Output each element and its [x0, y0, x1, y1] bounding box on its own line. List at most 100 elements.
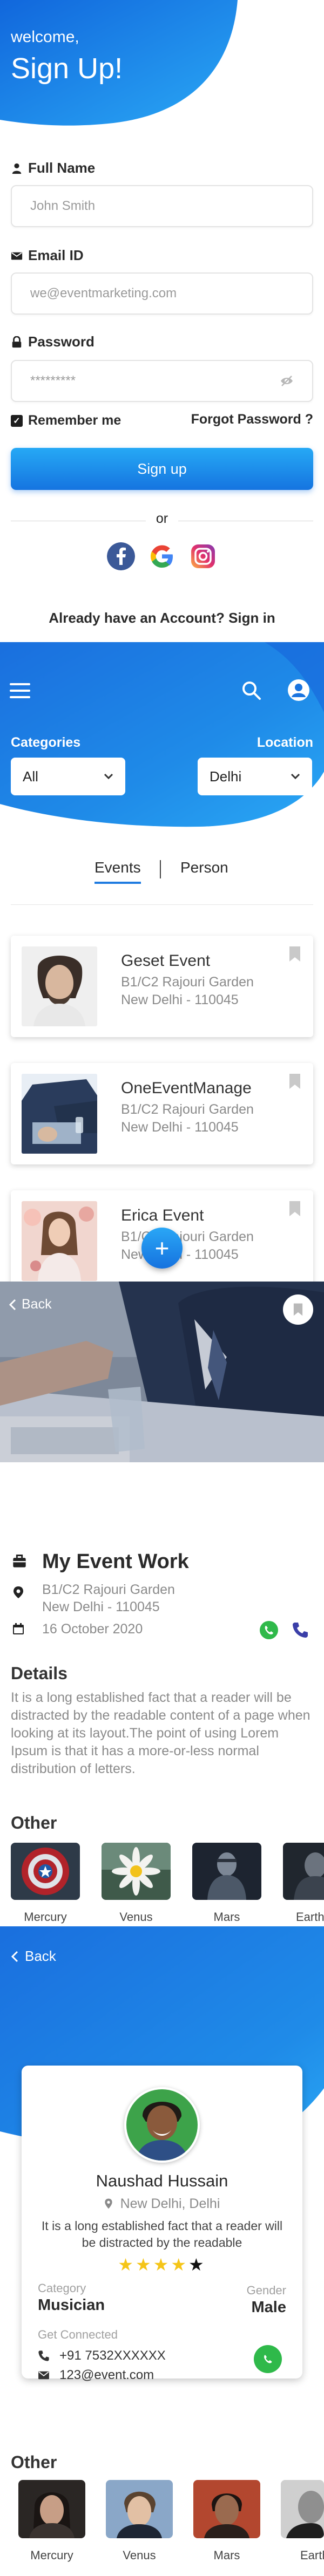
back-button[interactable]: Back [11, 1948, 56, 1965]
event-title: Geset Event [121, 952, 211, 970]
event-image [22, 946, 97, 1026]
event-image [22, 1201, 97, 1281]
bookmark-icon [293, 1303, 303, 1316]
event-address-line2: New Delhi - 110045 [121, 1247, 239, 1262]
other-thumbnail[interactable] [11, 1843, 80, 1900]
chevron-down-icon [104, 773, 113, 780]
other-thumbnail[interactable] [192, 1843, 261, 1900]
categories-value: All [23, 768, 38, 785]
bookmark-icon[interactable] [288, 945, 301, 963]
bookmark-icon[interactable] [288, 1200, 301, 1217]
email-contact[interactable]: 123@event.com [38, 2368, 154, 2383]
password-placeholder: ********* [30, 373, 76, 388]
remember-checkbox[interactable]: ✓ [11, 414, 23, 427]
or-text: or [146, 511, 178, 527]
chevron-down-icon [291, 773, 300, 780]
back-label: Back [25, 1948, 56, 1964]
star-icon: ★ [171, 2255, 189, 2274]
person-icon [12, 163, 22, 174]
bookmark-icon[interactable] [288, 1073, 301, 1090]
event-address-line1: B1/C2 Rajouri Garden [121, 1102, 254, 1117]
event-card[interactable]: Geset Event B1/C2 Rajouri Garden New Del… [11, 936, 313, 1037]
rating-stars: ★★★★★ [22, 2254, 302, 2275]
forgot-password-link[interactable]: Forgot Password ? [191, 412, 313, 427]
mail-icon [38, 2371, 49, 2380]
event-card[interactable]: OneEventManage B1/C2 Rajouri Garden New … [11, 1063, 313, 1164]
signup-button[interactable]: Sign up [11, 448, 313, 490]
categories-label: Categories [11, 735, 81, 750]
event-date: 16 October 2020 [42, 1621, 143, 1637]
bookmark-button[interactable] [283, 1294, 313, 1325]
phone-icon[interactable] [292, 1621, 309, 1639]
phone-contact[interactable]: +91 7532XXXXXX [38, 2348, 166, 2363]
other-thumbnail[interactable] [193, 2480, 260, 2538]
user-icon[interactable] [287, 679, 310, 701]
full-name-field[interactable]: John Smith [11, 185, 313, 227]
already-account: Already have an Account? Sign in [0, 610, 324, 626]
signup-screen: welcome, Sign Up! Full Name John Smith E… [0, 0, 324, 642]
tab-person[interactable]: Person [180, 859, 228, 876]
facebook-icon[interactable] [107, 542, 135, 570]
category-value: Musician [38, 2296, 105, 2314]
other-thumbnail[interactable] [283, 1843, 324, 1900]
menu-icon[interactable] [10, 683, 30, 698]
whatsapp-button[interactable] [254, 2345, 282, 2373]
signup-title: Sign Up! [11, 52, 123, 85]
back-label: Back [22, 1297, 52, 1312]
remember-me[interactable]: ✓ Remember me [11, 413, 121, 428]
category-label: Category [38, 2281, 86, 2295]
other-label: Earth [300, 2548, 324, 2562]
password-label: Password [11, 333, 94, 350]
google-icon[interactable] [148, 542, 176, 570]
mail-icon [11, 252, 23, 260]
email-field[interactable]: we@eventmarketing.com [11, 272, 313, 315]
other-label: Mercury [24, 1910, 67, 1924]
add-event-button[interactable]: + [141, 1228, 183, 1269]
star-icon: ★ [153, 2255, 171, 2274]
location-value: Delhi [210, 768, 242, 785]
location-pin-icon [104, 2198, 112, 2209]
star-icon: ★ [188, 2255, 206, 2274]
other-heading: Other [11, 1813, 57, 1832]
back-button[interactable]: Back [9, 1297, 52, 1312]
profile-card: Naushad Hussain New Delhi, Delhi It is a… [22, 2066, 302, 2382]
tab-bar: Events Person [0, 856, 324, 888]
other-thumbnail[interactable] [102, 1843, 171, 1900]
phone-number: +91 7532XXXXXX [59, 2348, 166, 2363]
event-description: It is a long established fact that a rea… [11, 1690, 310, 1776]
star-icon: ★ [135, 2255, 153, 2274]
event-list-screen: Categories Location All Delhi Events Per… [0, 642, 324, 1282]
get-connected-label: Get Connected [38, 2328, 118, 2341]
active-tab-indicator [94, 882, 141, 884]
location-select[interactable]: Delhi [198, 758, 312, 795]
other-thumbnail[interactable] [106, 2480, 173, 2538]
gender-value: Male [251, 2299, 286, 2316]
tab-events[interactable]: Events [94, 859, 141, 876]
password-field[interactable]: ********* [11, 360, 313, 402]
signin-link[interactable]: Sign in [228, 610, 275, 626]
other-thumbnail[interactable] [18, 2480, 85, 2538]
other-thumbnail[interactable] [281, 2480, 324, 2538]
other-label: Mars [213, 1910, 240, 1924]
whatsapp-icon[interactable] [259, 1620, 279, 1640]
gender-label: Gender [246, 2284, 286, 2297]
categories-select[interactable]: All [11, 758, 125, 795]
calendar-icon [13, 1623, 24, 1634]
details-heading: Details [11, 1664, 68, 1683]
other-heading: Other [11, 2452, 57, 2472]
briefcase-icon [13, 1555, 26, 1568]
other-label: Earth [296, 1910, 324, 1924]
location-label: Location [256, 735, 313, 750]
tab-underline [11, 904, 313, 905]
full-name-placeholder: John Smith [30, 199, 96, 213]
event-address-line2: New Delhi - 110045 [121, 992, 239, 1007]
other-label: Venus [123, 2548, 156, 2562]
search-icon[interactable] [241, 680, 261, 700]
email-placeholder: we@eventmarketing.com [30, 286, 177, 301]
other-label: Venus [119, 1910, 153, 1924]
eye-off-icon[interactable] [280, 375, 294, 387]
instagram-icon[interactable] [189, 542, 217, 570]
profile-screen: Back Naushad Hussain New Delhi, Delhi It… [0, 1926, 324, 2576]
event-address-line2: New Delhi - 110045 [42, 1599, 160, 1614]
phone-icon [38, 2350, 49, 2361]
